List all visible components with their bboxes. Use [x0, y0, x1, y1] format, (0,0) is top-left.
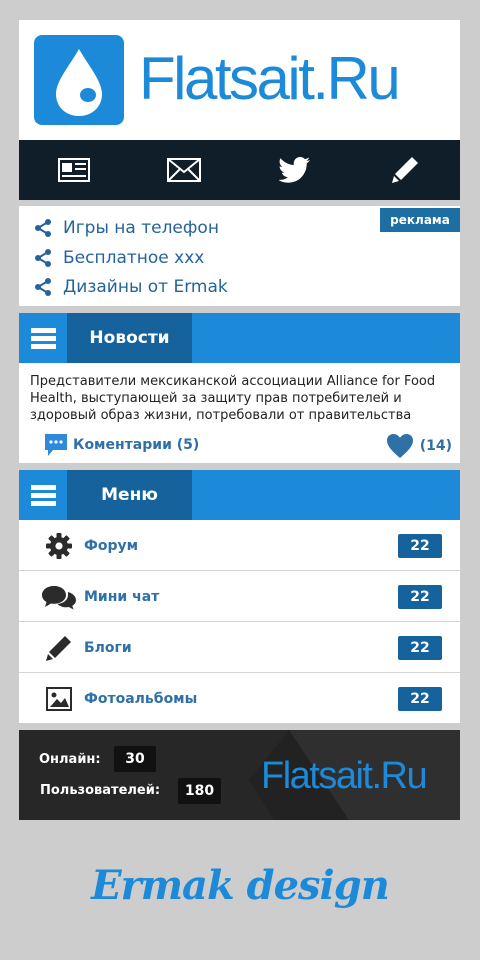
ad-link-designs[interactable]: Дизайны от Ermak [33, 275, 228, 299]
nav-twitter[interactable] [240, 140, 350, 200]
image-icon [41, 685, 77, 713]
nav-news[interactable] [19, 140, 129, 200]
ads-block: реклама Игры на телефон Бесплатное xxx Д… [19, 206, 460, 306]
twitter-icon [278, 157, 310, 183]
pencil-icon [41, 634, 77, 662]
menu-item-count: 22 [398, 534, 442, 558]
ad-link-games[interactable]: Игры на телефон [33, 216, 219, 240]
menu-item-label: Блоги [84, 640, 132, 656]
menu-list: Форум 22 Мини чат 22 Блоги 22 Фотоальбом… [19, 520, 460, 723]
online-count: 30 [114, 746, 156, 772]
like-button[interactable]: (14) [386, 433, 452, 459]
comments-label: Коментарии (5) [73, 437, 200, 453]
stats-footer: Онлайн: 30 Пользователей: 180 Flatsait.R… [19, 730, 460, 820]
news-title: Новости [67, 313, 192, 363]
menu-item-count: 22 [398, 585, 442, 609]
menu-header: Меню [19, 470, 460, 520]
hamburger-icon[interactable] [19, 313, 67, 363]
share-icon [35, 219, 51, 237]
heart-icon [386, 434, 413, 458]
news-header: Новости [19, 313, 460, 363]
menu-item-label: Форум [84, 538, 139, 554]
users-count: 180 [178, 778, 221, 804]
nav-write[interactable] [350, 140, 460, 200]
users-label: Пользователей: [40, 783, 161, 798]
water-drop-icon[interactable] [34, 35, 124, 125]
news-text[interactable]: Представители мексиканской ассоциации Al… [30, 373, 455, 425]
likes-count: (14) [419, 438, 452, 454]
gear-icon [41, 532, 77, 560]
mail-icon [167, 158, 202, 182]
main-nav [19, 140, 460, 200]
menu-item-chat[interactable]: Мини чат 22 [19, 571, 460, 622]
site-header: Flatsait.Ru [19, 20, 460, 140]
pencil-icon [391, 157, 418, 183]
ad-link-label: Бесплатное xxx [63, 248, 205, 268]
news-item: Представители мексиканской ассоциации Al… [19, 363, 460, 463]
share-icon [35, 249, 51, 267]
footer-logo-text[interactable]: Flatsait.Ru [261, 754, 428, 798]
designer-signature: Ermak design [91, 862, 390, 909]
hamburger-icon[interactable] [19, 470, 67, 520]
site-logo-text[interactable]: Flatsait.Ru [139, 46, 401, 112]
menu-item-count: 22 [398, 636, 442, 660]
menu-title: Меню [67, 470, 192, 520]
menu-item-count: 22 [398, 687, 442, 711]
menu-item-photos[interactable]: Фотоальбомы 22 [19, 673, 460, 723]
ad-link-label: Игры на телефон [63, 218, 219, 238]
news-block: Новости Представители мексиканской ассоц… [19, 313, 460, 463]
menu-block: Меню Форум 22 Мини чат 22 Блоги 22 Фотоа… [19, 470, 460, 723]
menu-item-label: Мини чат [84, 589, 160, 605]
menu-item-blogs[interactable]: Блоги 22 [19, 622, 460, 673]
online-label: Онлайн: [39, 752, 101, 767]
share-icon [35, 278, 51, 296]
menu-item-forum[interactable]: Форум 22 [19, 520, 460, 571]
ad-badge: реклама [380, 208, 460, 232]
menu-item-label: Фотоальбомы [84, 691, 198, 707]
chat-bubbles-icon [41, 583, 77, 611]
ad-link-free[interactable]: Бесплатное xxx [33, 246, 204, 270]
comment-icon [45, 434, 67, 456]
comments-link[interactable]: Коментарии (5) [44, 433, 199, 457]
ad-link-label: Дизайны от Ermak [63, 277, 228, 297]
nav-mail[interactable] [129, 140, 239, 200]
news-icon [58, 158, 91, 182]
